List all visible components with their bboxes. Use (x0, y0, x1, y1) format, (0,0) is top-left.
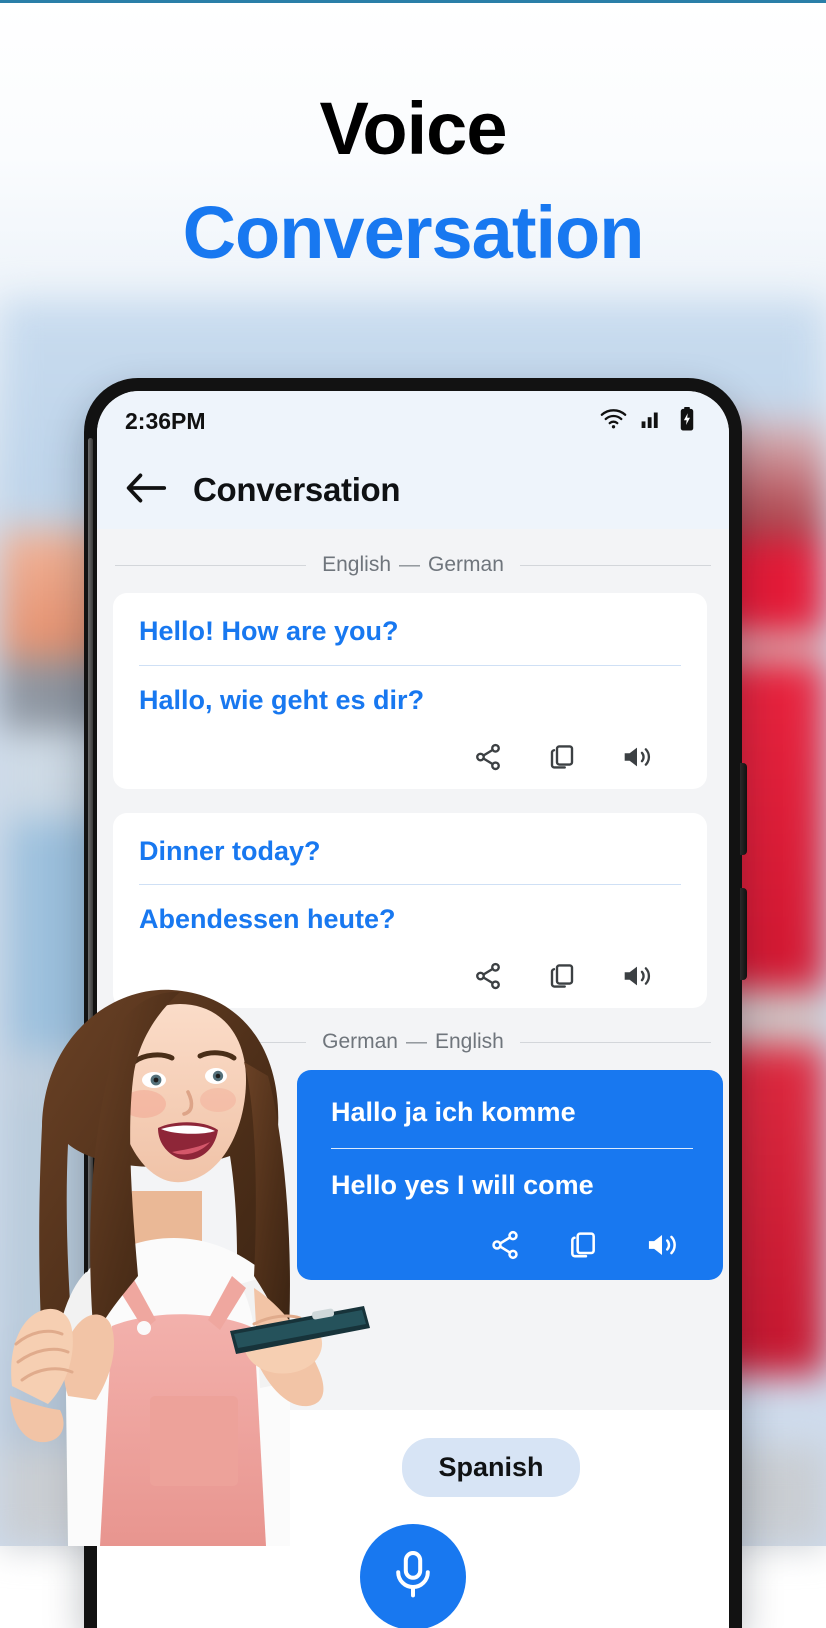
back-arrow-icon[interactable] (125, 472, 167, 509)
message-translated-text: Hallo, wie geht es dir? (139, 684, 425, 715)
language-chip[interactable]: Spanish (402, 1438, 580, 1497)
divider-label: German — English (322, 1030, 504, 1054)
status-clock: 2:36PM (125, 407, 206, 434)
bottom-bar: Spanish (97, 1410, 729, 1628)
headline-line-2: Conversation (182, 191, 645, 274)
speaker-icon[interactable] (621, 742, 653, 777)
speaker-icon[interactable] (621, 961, 653, 996)
divider-source-language: English (322, 553, 392, 576)
page-title: Conversation (193, 471, 401, 508)
divider-line-left (115, 564, 307, 566)
battery-charging-icon (679, 406, 695, 436)
message-source-text: Hello! How are you? (139, 616, 399, 646)
divider-line-right (519, 1041, 711, 1043)
cellular-signal-icon (641, 409, 665, 434)
language-divider-german-english: German — English (97, 1030, 729, 1054)
microphone-button[interactable] (360, 1524, 466, 1628)
status-bar: 2:36PM (97, 391, 729, 451)
microphone-icon (389, 1549, 437, 1606)
divider-separator: — (405, 1030, 427, 1053)
headline-line-1: Voice (319, 87, 508, 170)
promo-headline: Voice Conversation (0, 0, 826, 270)
copy-icon[interactable] (567, 1229, 599, 1266)
conversation-list[interactable]: English — German Hello! How are you? Hallo… (97, 529, 729, 1410)
message-card[interactable]: Hello! How are you? Hallo, wie geht es d… (113, 593, 707, 789)
message-actions (139, 961, 681, 996)
copy-icon[interactable] (547, 961, 577, 996)
volume-up-button[interactable] (740, 763, 747, 855)
message-source-text: Dinner today? (139, 835, 321, 866)
divider-line-right (519, 564, 711, 566)
wifi-icon (600, 408, 627, 434)
message-card[interactable]: Dinner today? Abendessen heute? (113, 812, 707, 1008)
share-icon[interactable] (473, 961, 503, 996)
message-actions (331, 1229, 693, 1266)
message-separator (331, 1147, 693, 1149)
app-bar: Conversation (97, 451, 729, 529)
divider-target-language: English (434, 1030, 504, 1053)
phone-mockup: 2:36PM Conversation English — German Hel… (84, 378, 747, 1628)
message-separator (139, 664, 681, 666)
share-icon[interactable] (473, 742, 503, 777)
message-translated-text: Hello yes I will come (331, 1169, 594, 1200)
divider-source-language: German (322, 1030, 398, 1053)
message-translated-text: Abendessen heute? (139, 904, 396, 935)
divider-line-left (115, 1041, 307, 1043)
status-icons (600, 406, 695, 436)
share-icon[interactable] (489, 1229, 521, 1266)
message-source-text: Hallo ja ich komme (331, 1097, 576, 1127)
message-actions (139, 742, 681, 777)
copy-icon[interactable] (547, 742, 577, 777)
message-separator (139, 884, 681, 886)
speaker-icon[interactable] (645, 1229, 679, 1266)
top-accent-line (0, 0, 826, 3)
divider-target-language: German (428, 553, 504, 576)
language-divider-english-german: English — German (97, 553, 729, 577)
swap-languages-icon[interactable] (246, 1443, 292, 1492)
message-card-outgoing[interactable]: Hallo ja ich komme Hello yes I will come (297, 1070, 723, 1280)
divider-label: English — German (322, 553, 504, 577)
divider-separator: — (399, 553, 421, 576)
volume-down-button[interactable] (740, 888, 747, 980)
phone-screen: 2:36PM Conversation English — German Hel… (97, 391, 729, 1628)
